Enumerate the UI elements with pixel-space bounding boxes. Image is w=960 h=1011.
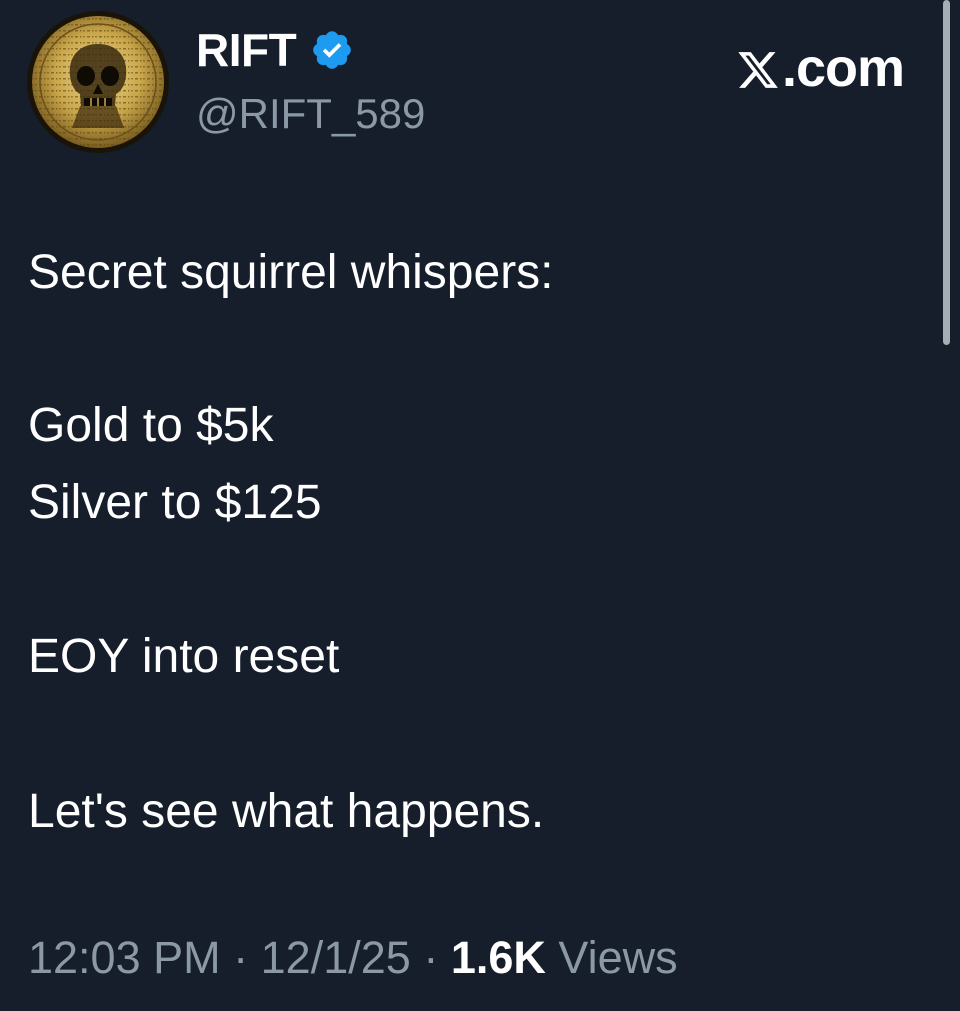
brand-label: .com [781,38,905,98]
tweet-line-3: Silver to $125 [28,476,322,529]
views-count[interactable]: 1.6K [451,932,546,983]
tweet-time[interactable]: 12:03 PM [28,932,221,983]
tweet-date[interactable]: 12/1/25 [261,932,411,983]
tweet-line-4: EOY into reset [28,630,340,683]
tweet-line-5: Let's see what happens. [28,785,545,838]
tweet-line-1: Secret squirrel whispers: [28,246,554,299]
brand-watermark: .com [736,38,905,98]
tweet-meta: 12:03 PM · 12/1/25 · 1.6K Views [28,932,678,984]
scrollbar[interactable] [943,0,950,345]
author-name-row[interactable]: RIFT [196,26,354,74]
x-logo-icon [736,46,780,90]
tweet-line-2: Gold to $5k [28,399,274,452]
avatar[interactable] [26,10,170,154]
views-label: Views [558,932,678,983]
verified-badge-icon [310,28,354,72]
meta-separator: · [423,932,439,983]
author-handle[interactable]: @RIFT_589 [196,92,425,136]
coin-skull-avatar-icon [27,11,169,153]
meta-separator: · [233,932,249,983]
display-name[interactable]: RIFT [196,26,297,74]
